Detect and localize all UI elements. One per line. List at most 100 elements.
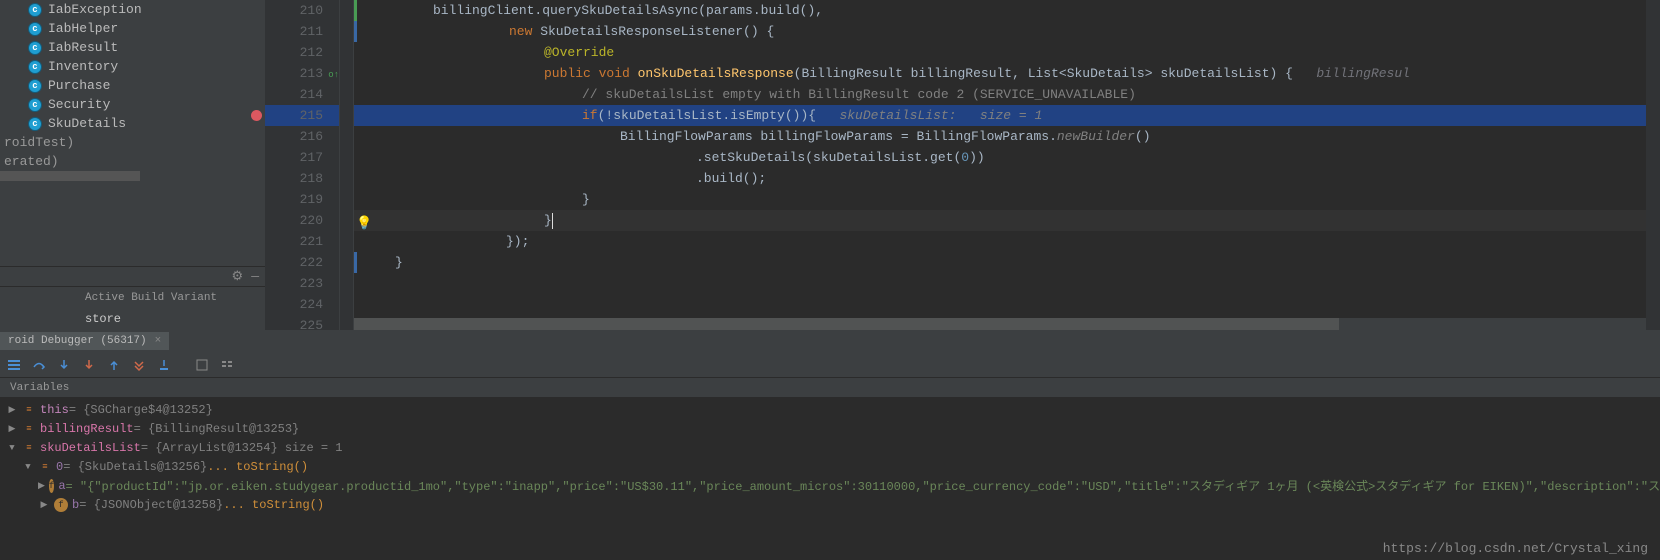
line-number: 224 <box>265 294 339 315</box>
line-number: 219 <box>265 189 339 210</box>
code-text: } <box>544 213 552 228</box>
var-value: = {ArrayList@13254} size = 1 <box>141 441 343 455</box>
debug-tab-bar: roid Debugger (56317) × <box>0 330 1660 352</box>
line-number: 211 <box>265 21 339 42</box>
line-number: 223 <box>265 273 339 294</box>
code-text: // skuDetailsList empty with BillingResu… <box>582 87 1136 102</box>
tree-label: Inventory <box>48 59 118 74</box>
var-name: b <box>72 498 79 512</box>
tostring-link[interactable]: ... toString() <box>207 460 308 474</box>
code-text: (BillingResult billingResult, List<SkuDe… <box>794 66 1293 81</box>
code-text: onSkuDetailsResponse <box>638 66 794 81</box>
tree-class-item[interactable]: cIabResult <box>0 38 265 57</box>
field-icon: ≡ <box>22 403 36 417</box>
expand-icon[interactable]: ▶ <box>6 424 18 434</box>
code-text: BillingFlowParams billingFlowParams = Bi… <box>620 129 1057 144</box>
variables-tree[interactable]: ▶ ≡ this = {SGCharge$4@13252} ▶ ≡ billin… <box>0 398 1660 516</box>
tostring-link[interactable]: ... toString() <box>223 498 324 512</box>
debug-toolbar <box>0 352 1660 378</box>
code-text: @Override <box>544 45 614 60</box>
editor-overview-ruler[interactable] <box>1646 0 1660 330</box>
inline-hint: skuDetailsList: <box>816 108 956 123</box>
watermark: https://blog.csdn.net/Crystal_xing <box>1383 541 1648 556</box>
override-icon[interactable]: o↑ <box>328 65 339 86</box>
line-number: 215 <box>265 105 339 126</box>
close-icon[interactable]: × <box>155 335 162 347</box>
step-into-icon[interactable] <box>54 355 74 375</box>
var-row[interactable]: ▶ f a = "{"productId":"jp.or.eiken.study… <box>0 476 1660 495</box>
expand-icon[interactable]: ▶ <box>6 405 18 415</box>
trace-icon[interactable] <box>217 355 237 375</box>
fold-gutter[interactable] <box>340 0 354 330</box>
tree-class-item[interactable]: cIabException <box>0 0 265 19</box>
var-value: = "{"productId":"jp.or.eiken.studygear.p… <box>66 477 1660 494</box>
line-number: 217 <box>265 147 339 168</box>
drop-frame-icon[interactable] <box>129 355 149 375</box>
code-text: (!skuDetailsList.isEmpty()){ <box>598 108 816 123</box>
variables-header: Variables <box>0 378 1660 398</box>
class-icon: c <box>28 60 42 74</box>
var-value: = {JSONObject@13258} <box>79 498 223 512</box>
tree-class-item[interactable]: c Inventory <box>0 57 265 76</box>
collapse-icon[interactable]: ▼ <box>22 462 34 472</box>
tree-label: Purchase <box>48 78 110 93</box>
line-number: 213o↑ <box>265 63 339 84</box>
collapse-icon[interactable]: ▼ <box>6 443 18 453</box>
build-variant-value-row[interactable]: store <box>0 308 265 330</box>
class-icon: c <box>28 3 42 17</box>
tree-label: SkuDetails <box>48 116 126 131</box>
code-text: public void <box>544 66 638 81</box>
field-icon: ≡ <box>38 460 52 474</box>
tree-class-item[interactable]: c IabHelper <box>0 19 265 38</box>
line-number: 221 <box>265 231 339 252</box>
debug-session-tab[interactable]: roid Debugger (56317) × <box>0 332 169 350</box>
tree-folder-item[interactable]: roidTest) <box>0 133 265 152</box>
show-frames-icon[interactable] <box>4 355 24 375</box>
tree-folder-item[interactable]: erated) <box>0 152 265 171</box>
line-number: 216 <box>265 126 339 147</box>
build-variant-label: Active Build Variant <box>85 292 217 304</box>
run-to-cursor-icon[interactable] <box>154 355 174 375</box>
tree-label: IabResult <box>48 40 118 55</box>
gear-icon[interactable]: ⚙ <box>232 269 244 284</box>
expand-icon[interactable]: ▶ <box>38 500 50 510</box>
step-over-icon[interactable] <box>29 355 49 375</box>
tree-label: IabHelper <box>48 21 118 36</box>
code-content[interactable]: billingClient.querySkuDetailsAsync(param… <box>354 0 1660 330</box>
var-row[interactable]: ▶ ≡ this = {SGCharge$4@13252} <box>0 400 1660 419</box>
class-icon: c <box>28 22 42 36</box>
tree-class-item[interactable]: c SkuDetails <box>0 114 265 133</box>
var-value: = {SGCharge$4@13252} <box>69 403 213 417</box>
code-text: .setSkuDetails(skuDetailsList.get( <box>696 150 961 165</box>
var-row[interactable]: ▼ ≡ skuDetailsList = {ArrayList@13254} s… <box>0 438 1660 457</box>
evaluate-icon[interactable] <box>192 355 212 375</box>
project-tree[interactable]: cIabException cIabHelper cIabResult cInv… <box>0 0 265 171</box>
minimize-icon[interactable]: — <box>251 269 259 284</box>
line-number: 210 <box>265 0 339 21</box>
tree-label: Security <box>48 97 110 112</box>
field-icon: ≡ <box>22 441 36 455</box>
debug-panel: roid Debugger (56317) × Variables ▶ ≡ th… <box>0 330 1660 560</box>
breakpoint-icon[interactable] <box>251 110 262 121</box>
inline-hint: billingResul <box>1293 66 1410 81</box>
expand-icon[interactable]: ▶ <box>38 481 45 491</box>
code-editor[interactable]: 210 211 212 213o↑ 214 215 216 217 218 21… <box>265 0 1660 330</box>
class-icon: c <box>28 117 42 131</box>
var-row[interactable]: ▶ f b = {JSONObject@13258} ... toString(… <box>0 495 1660 514</box>
editor-gutter[interactable]: 210 211 212 213o↑ 214 215 216 217 218 21… <box>265 0 340 330</box>
var-row[interactable]: ▶ ≡ billingResult = {BillingResult@13253… <box>0 419 1660 438</box>
step-out-icon[interactable] <box>104 355 124 375</box>
sidebar-scrollbar[interactable] <box>0 171 265 181</box>
editor-scrollbar-h[interactable] <box>354 318 1660 330</box>
tree-class-item[interactable]: cSecurity <box>0 95 265 114</box>
line-number: 214 <box>265 84 339 105</box>
inline-hint: size = 1 <box>956 108 1042 123</box>
code-text: } <box>582 192 590 207</box>
var-name: a <box>58 479 65 493</box>
var-row[interactable]: ▼ ≡ 0 = {SkuDetails@13256} ... toString(… <box>0 457 1660 476</box>
class-icon: c <box>28 79 42 93</box>
var-name: this <box>40 403 69 417</box>
tree-class-item[interactable]: c Purchase <box>0 76 265 95</box>
force-step-into-icon[interactable] <box>79 355 99 375</box>
var-value: = {SkuDetails@13256} <box>63 460 207 474</box>
